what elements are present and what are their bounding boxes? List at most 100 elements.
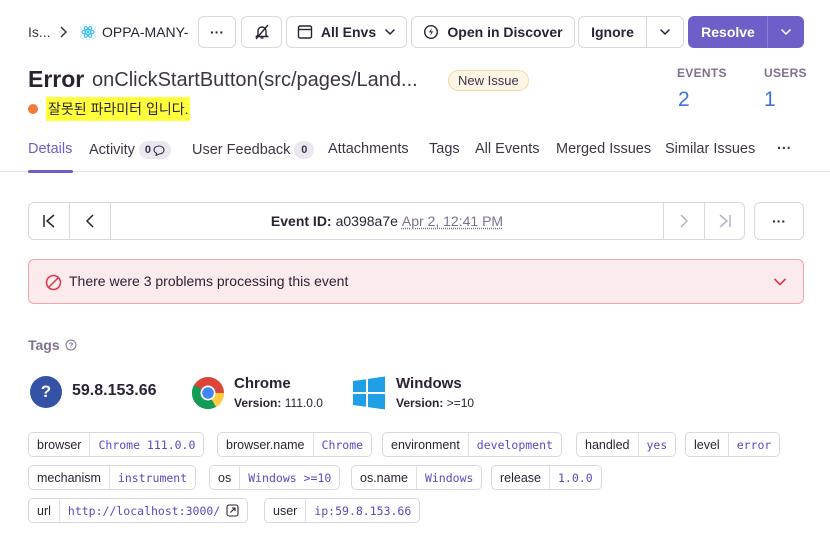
chevron-down-icon — [659, 27, 671, 37]
new-issue-badge: New Issue — [448, 70, 529, 91]
event-more-actions-button[interactable]: ··· — [754, 202, 804, 240]
ellipsis-icon: ··· — [210, 24, 224, 40]
tag-chip-release[interactable]: release 1.0.0 — [491, 465, 602, 490]
os-version-label: Version: — [396, 396, 444, 410]
issue-header-bar: Is... OPPA-MANY- ··· All Envs Open in Di… — [0, 0, 830, 64]
environment-selector[interactable]: All Envs — [286, 16, 407, 48]
external-link-icon[interactable] — [226, 504, 239, 517]
breadcrumb-project[interactable]: OPPA-MANY- — [102, 24, 188, 40]
tag-chip-mechanism[interactable]: mechanism instrument — [28, 465, 197, 490]
bell-off-icon — [253, 23, 271, 41]
tab-label: Attachments — [328, 141, 409, 157]
os-name: Windows — [396, 375, 462, 392]
tag-value[interactable]: instrument — [110, 466, 195, 489]
tag-chip-os-name[interactable]: os.name Windows — [351, 465, 483, 490]
activity-count-badge: 0 — [138, 141, 172, 159]
user-feedback-count-badge: 0 — [294, 141, 315, 159]
windows-icon — [352, 376, 386, 410]
tab-label: User Feedback — [192, 142, 291, 158]
resolve-options-button[interactable] — [767, 16, 804, 48]
previous-event-button[interactable] — [70, 203, 111, 239]
tag-key: browser — [29, 433, 91, 456]
open-in-discover-label: Open in Discover — [447, 24, 563, 40]
tag-value[interactable]: yes — [639, 433, 676, 456]
resolve-button[interactable]: Resolve — [688, 16, 768, 48]
chevron-down-icon[interactable] — [773, 276, 787, 288]
event-id-value[interactable]: a0398a7e — [336, 213, 398, 229]
tag-value[interactable]: ip:59.8.153.66 — [306, 499, 419, 522]
activity-count: 0 — [144, 144, 152, 156]
help-icon[interactable]: ? — [65, 339, 77, 351]
tabs-overflow-button[interactable]: ··· — [777, 141, 792, 157]
tab-similar-issues[interactable]: Similar Issues — [665, 141, 755, 157]
events-count-label: EVENTS — [677, 66, 727, 80]
event-navigation: Event ID: a0398a7e Apr 2, 12:41 PM — [28, 202, 745, 240]
prohibited-icon — [45, 274, 62, 291]
events-count-value[interactable]: 2 — [678, 88, 690, 112]
tab-label: Details — [28, 141, 73, 157]
tag-chip-handled[interactable]: handled yes — [576, 432, 677, 457]
chevron-left-icon — [84, 213, 96, 229]
react-icon — [80, 24, 96, 40]
open-in-discover-button[interactable]: Open in Discover — [411, 16, 575, 48]
ignore-button[interactable]: Ignore — [578, 16, 647, 48]
tag-key: environment — [383, 433, 469, 456]
tab-activity[interactable]: Activity 0 — [89, 141, 172, 159]
ignore-label: Ignore — [591, 24, 634, 40]
first-event-button[interactable] — [29, 203, 70, 239]
mute-button[interactable] — [241, 16, 282, 48]
browser-version: Version: 111.0.0 — [234, 396, 323, 410]
os-version-value: >=10 — [446, 396, 475, 410]
ignore-options-button[interactable] — [646, 16, 684, 48]
tab-label: Merged Issues — [556, 141, 652, 157]
window-icon — [297, 24, 313, 40]
tags-section-title: Tags ? — [28, 337, 77, 353]
more-actions-button[interactable]: ··· — [198, 16, 236, 48]
next-event-button[interactable] — [663, 203, 704, 239]
tag-chip-environment[interactable]: environment development — [382, 432, 562, 457]
processing-errors-alert[interactable]: There were 3 problems processing this ev… — [28, 259, 804, 304]
skip-last-icon — [717, 213, 733, 229]
issue-culprit: onClickStartButton(src/pages/Land... — [92, 69, 418, 91]
tag-value[interactable]: development — [469, 433, 561, 456]
event-date[interactable]: Apr 2, 12:41 PM — [402, 213, 503, 229]
os-version: Version: >=10 — [396, 396, 474, 410]
tag-key: level — [686, 433, 729, 456]
issue-tabs: Details Activity 0 User Feedback 0 Attac… — [0, 134, 830, 173]
skip-first-icon — [41, 213, 57, 229]
tag-chip-level[interactable]: level error — [685, 432, 781, 457]
tag-chip-browser[interactable]: browser Chrome 111.0.0 — [28, 432, 205, 457]
tag-chip-user[interactable]: user ip:59.8.153.66 — [264, 498, 421, 523]
tab-user-feedback[interactable]: User Feedback 0 — [192, 141, 315, 159]
tab-all-events[interactable]: All Events — [475, 141, 539, 157]
active-tab-indicator — [28, 170, 73, 173]
tags-title-text: Tags — [28, 337, 60, 353]
tab-label: Similar Issues — [665, 141, 756, 157]
tab-tags[interactable]: Tags — [429, 141, 460, 157]
tag-chip-url[interactable]: url http://localhost:3000/ — [28, 498, 249, 523]
tag-value[interactable]: Chrome — [314, 433, 372, 456]
comment-icon — [153, 144, 165, 156]
tag-chip-browser-name[interactable]: browser.name Chrome — [217, 432, 373, 457]
tag-value[interactable]: http://localhost:3000/ — [60, 499, 247, 522]
browser-version-label: Version: — [234, 396, 282, 410]
tag-value[interactable]: error — [729, 433, 780, 456]
chevron-down-icon — [780, 27, 792, 37]
tab-details[interactable]: Details — [28, 141, 72, 157]
tab-label: Activity — [89, 142, 135, 158]
tab-merged-issues[interactable]: Merged Issues — [556, 141, 651, 157]
event-id-label: Event ID: — [270, 213, 332, 229]
tag-value[interactable]: Windows — [417, 466, 481, 489]
event-id-display: Event ID: a0398a7e Apr 2, 12:41 PM — [111, 203, 663, 239]
chevron-down-icon — [384, 27, 396, 37]
tag-value[interactable]: 1.0.0 — [550, 466, 601, 489]
issue-type: Error — [28, 66, 85, 92]
tag-chip-os[interactable]: os Windows >=10 — [209, 465, 341, 490]
breadcrumb-issues-link[interactable]: Is... — [28, 24, 51, 40]
users-count-value[interactable]: 1 — [764, 88, 776, 112]
tag-value[interactable]: Windows >=10 — [240, 466, 339, 489]
last-event-button[interactable] — [704, 203, 744, 239]
issue-message: 잘못된 파라미터 입니다. — [46, 97, 191, 121]
tag-value[interactable]: Chrome 111.0.0 — [90, 433, 203, 456]
tab-attachments[interactable]: Attachments — [328, 141, 409, 157]
